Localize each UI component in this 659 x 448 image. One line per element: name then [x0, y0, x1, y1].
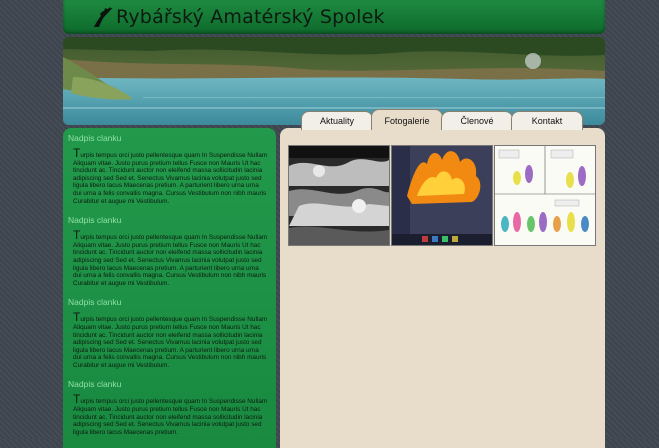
tab-label: Fotogalerie — [384, 116, 430, 126]
article-title[interactable]: Nadpis clanku — [68, 295, 270, 309]
article-title[interactable]: Nadpis clanku — [68, 131, 270, 145]
article-text: urpis tempus orci justo pellentesque qua… — [73, 398, 268, 436]
tab-label: Členové — [460, 116, 494, 126]
gallery-thumbnail[interactable] — [494, 145, 596, 246]
tab-label: Kontakt — [531, 116, 563, 126]
tab-kontakt[interactable]: Kontakt — [511, 111, 583, 130]
article-body: Turpis tempus orci justo pellentesque qu… — [73, 393, 270, 436]
article-body: Turpis tempus orci justo pellentesque qu… — [73, 311, 270, 369]
article-text: urpis tempus orci justo pellentesque qua… — [73, 234, 268, 287]
tab-label: Aktuality — [319, 116, 354, 126]
tab-clenove[interactable]: Členové — [441, 111, 513, 130]
article-text: urpis tempus orci justo pellentesque qua… — [73, 316, 268, 369]
article-sidebar: Nadpis clanku Turpis tempus orci justo p… — [63, 128, 276, 448]
gallery-thumbnail[interactable] — [288, 145, 390, 246]
gallery-thumbnail[interactable] — [391, 145, 493, 246]
article: Nadpis clanku Turpis tempus orci justo p… — [63, 295, 276, 369]
article: Nadpis clanku Turpis tempus orci justo p… — [63, 213, 276, 287]
article-body: Turpis tempus orci justo pellentesque qu… — [73, 147, 270, 205]
gallery-content — [280, 128, 605, 448]
article: Nadpis clanku Turpis tempus orci justo p… — [63, 377, 276, 436]
site-header: Rybářský Amatérský Spolek — [63, 0, 605, 34]
site-title[interactable]: Rybářský Amatérský Spolek — [116, 6, 385, 28]
article-body: Turpis tempus orci justo pellentesque qu… — [73, 229, 270, 287]
fisherman-logo-icon[interactable] — [92, 5, 114, 29]
tab-fotogalerie[interactable]: Fotogalerie — [371, 109, 443, 130]
tab-aktuality[interactable]: Aktuality — [301, 111, 373, 130]
article-title[interactable]: Nadpis clanku — [68, 213, 270, 227]
article: Nadpis clanku Turpis tempus orci justo p… — [63, 131, 276, 205]
page-wrapper: Rybářský Amatérský Spolek Nadpis clanku … — [63, 0, 605, 448]
article-title[interactable]: Nadpis clanku — [68, 377, 270, 391]
article-text: urpis tempus orci justo pellentesque qua… — [73, 152, 268, 205]
